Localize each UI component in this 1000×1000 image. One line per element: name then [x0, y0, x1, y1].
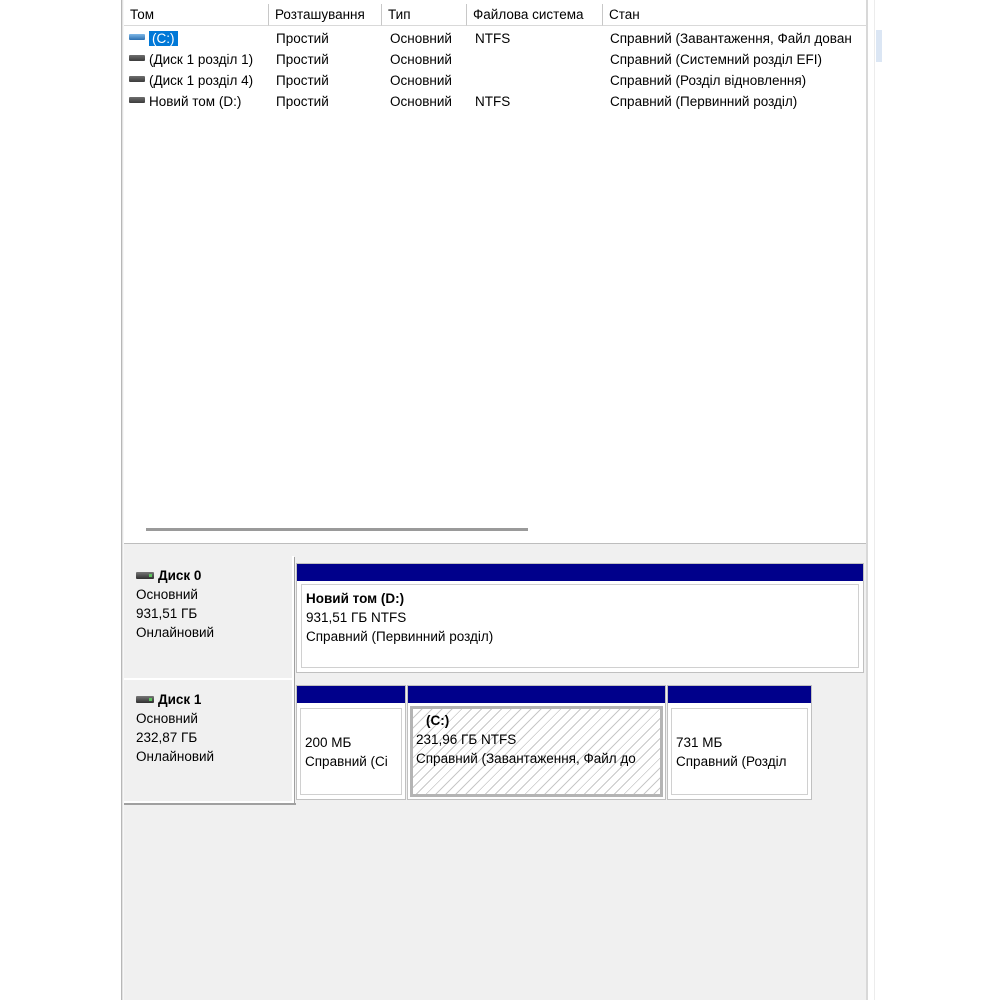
volume-type: Основний: [390, 52, 452, 67]
disk-0-partitions: Новий том (D:) 931,51 ГБ NTFS Справний (…: [296, 563, 864, 673]
volume-layout: Простий: [276, 31, 329, 46]
volume-type: Основний: [390, 73, 452, 88]
volume-fs: NTFS: [475, 94, 511, 109]
disk-1-label[interactable]: Диск 1 Основний 232,87 ГБ Онлайновий: [124, 680, 294, 803]
disk-icon: [136, 572, 154, 579]
disk-list-bottom-border: [124, 803, 296, 805]
disk-state: Онлайновий: [136, 749, 215, 764]
table-row[interactable]: (Диск 1 розділ 1) Простий Основний Справ…: [124, 49, 866, 70]
volume-layout: Простий: [276, 52, 329, 67]
partition-size: 200 МБ: [305, 735, 352, 750]
volume-type: Основний: [390, 31, 452, 46]
volume-layout: Простий: [276, 94, 329, 109]
disk-size: 232,87 ГБ: [136, 730, 198, 745]
volume-fs: NTFS: [475, 31, 511, 46]
partition-status: Справний (Розділ: [676, 754, 787, 769]
disk-size: 931,51 ГБ: [136, 606, 198, 621]
volume-name: (Диск 1 розділ 4): [149, 73, 254, 88]
disk-1-partitions: 200 МБ Справний (Сі (C:) 231,96 ГБ NTFS …: [296, 685, 812, 800]
partition-status: Справний (Первинний розділ): [306, 629, 494, 644]
window-right-border: [866, 0, 868, 1000]
partition-title: (C:): [426, 713, 450, 728]
window-outer-edge: [874, 0, 883, 1000]
partition-bar: [668, 686, 811, 703]
table-row[interactable]: (C:) Простий Основний NTFS Справний (Зав…: [124, 28, 866, 49]
partition-title: Новий том (D:): [306, 591, 405, 606]
disk-type: Основний: [136, 587, 198, 602]
partition-bar: [408, 686, 665, 703]
horizontal-scrollbar[interactable]: [124, 518, 866, 542]
partition-size: 931,51 ГБ NTFS: [306, 610, 407, 625]
disk-state: Онлайновий: [136, 625, 215, 640]
partition-c[interactable]: (C:) 231,96 ГБ NTFS Справний (Завантажен…: [407, 685, 666, 800]
column-header-type[interactable]: Тип: [382, 4, 467, 26]
disk-name: Диск 0: [158, 568, 202, 583]
partition-bar: [297, 564, 863, 581]
volume-name: (C:): [149, 31, 178, 46]
column-header-status[interactable]: Стан: [603, 4, 866, 26]
table-row[interactable]: (Диск 1 розділ 4) Простий Основний Справ…: [124, 70, 866, 91]
column-header-volume[interactable]: Том: [124, 4, 269, 26]
disk-type: Основний: [136, 711, 198, 726]
partition-d[interactable]: Новий том (D:) 931,51 ГБ NTFS Справний (…: [296, 563, 864, 673]
partition-status: Справний (Завантаження, Файл до: [416, 751, 636, 766]
volume-status: Справний (Системний розділ EFI): [610, 52, 822, 67]
partition-bar: [297, 686, 405, 703]
disk-icon: [136, 696, 154, 703]
partition-size: 231,96 ГБ NTFS: [416, 732, 517, 747]
volume-type: Основний: [390, 94, 452, 109]
disk-graphical-view: Диск 0 Основний 931,51 ГБ Онлайновий Нов…: [124, 551, 866, 1000]
disk-0-label[interactable]: Диск 0 Основний 931,51 ГБ Онлайновий: [124, 556, 294, 680]
disk-name: Диск 1: [158, 692, 202, 707]
partition-recovery[interactable]: 731 МБ Справний (Розділ: [667, 685, 812, 800]
volume-name: (Диск 1 розділ 1): [149, 52, 254, 67]
partition-size: 731 МБ: [676, 735, 723, 750]
horizontal-scroll-thumb[interactable]: [146, 528, 528, 531]
volume-layout: Простий: [276, 73, 329, 88]
volume-gray-icon: [129, 97, 145, 104]
adjacent-pane-highlight: [876, 30, 882, 62]
volume-gray-icon: [129, 55, 145, 62]
column-header-filesystem[interactable]: Файлова система: [467, 4, 603, 26]
column-header-layout[interactable]: Розташування: [269, 4, 382, 26]
volume-status: Справний (Первинний розділ): [610, 94, 798, 109]
partition-status: Справний (Сі: [305, 754, 388, 769]
volume-status: Справний (Завантаження, Файл дован: [610, 31, 852, 46]
volume-name: Новий том (D:): [149, 94, 242, 109]
table-row[interactable]: Новий том (D:) Простий Основний NTFS Спр…: [124, 91, 866, 112]
volume-status: Справний (Розділ відновлення): [610, 73, 807, 88]
volume-list[interactable]: Том Розташування Тип Файлова система Ста…: [124, 0, 866, 547]
volume-blue-icon: [129, 34, 145, 41]
volume-gray-icon: [129, 76, 145, 83]
partition-efi[interactable]: 200 МБ Справний (Сі: [296, 685, 406, 800]
